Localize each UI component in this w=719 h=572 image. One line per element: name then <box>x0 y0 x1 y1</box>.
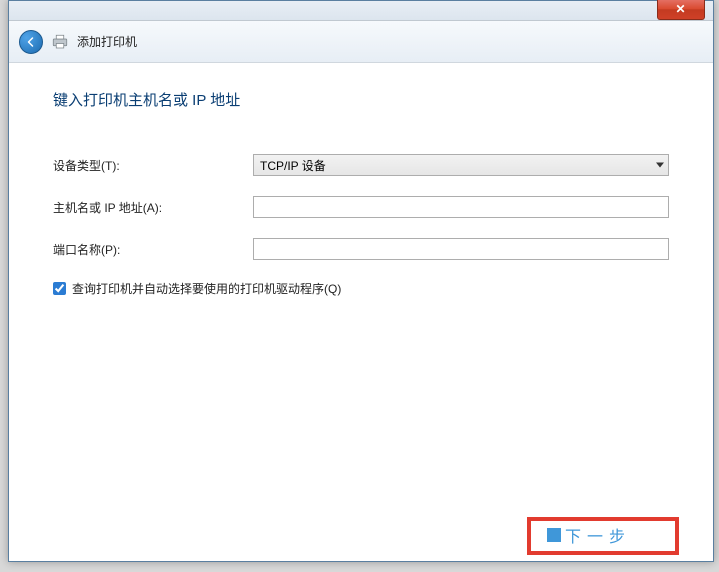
hostname-row: 主机名或 IP 地址(A): <box>53 196 669 218</box>
hostname-label: 主机名或 IP 地址(A): <box>53 199 253 216</box>
query-checkbox[interactable] <box>53 282 66 295</box>
device-type-row: 设备类型(T): TCP/IP 设备 <box>53 154 669 176</box>
chevron-down-icon <box>656 163 664 168</box>
next-button-label: 下一步 <box>565 523 631 547</box>
port-input[interactable] <box>253 238 669 260</box>
hostname-input[interactable] <box>253 196 669 218</box>
port-row: 端口名称(P): <box>53 238 669 260</box>
header-title: 添加打印机 <box>77 33 137 50</box>
device-type-select[interactable]: TCP/IP 设备 <box>253 154 669 176</box>
page-heading: 键入打印机主机名或 IP 地址 <box>53 89 669 110</box>
next-button-accent <box>547 528 561 542</box>
content-area: 键入打印机主机名或 IP 地址 设备类型(T): TCP/IP 设备 主机名或 … <box>9 63 713 297</box>
device-type-value: TCP/IP 设备 <box>260 157 326 174</box>
query-checkbox-row[interactable]: 查询打印机并自动选择要使用的打印机驱动程序(Q) <box>53 280 669 297</box>
device-type-label: 设备类型(T): <box>53 157 253 174</box>
query-checkbox-label: 查询打印机并自动选择要使用的打印机驱动程序(Q) <box>72 280 341 297</box>
dialog-window: ✕ 添加打印机 键入打印机主机名或 IP 地址 设备类型(T): TCP/IP … <box>8 0 714 562</box>
printer-icon <box>51 34 69 50</box>
close-icon: ✕ <box>675 2 686 16</box>
port-label: 端口名称(P): <box>53 241 253 258</box>
back-arrow-icon <box>25 36 37 48</box>
header-bar: 添加打印机 <box>9 21 713 63</box>
close-button[interactable]: ✕ <box>657 0 705 20</box>
next-button[interactable]: 下一步 <box>547 523 659 547</box>
titlebar: ✕ <box>9 1 713 21</box>
back-button[interactable] <box>19 30 43 54</box>
